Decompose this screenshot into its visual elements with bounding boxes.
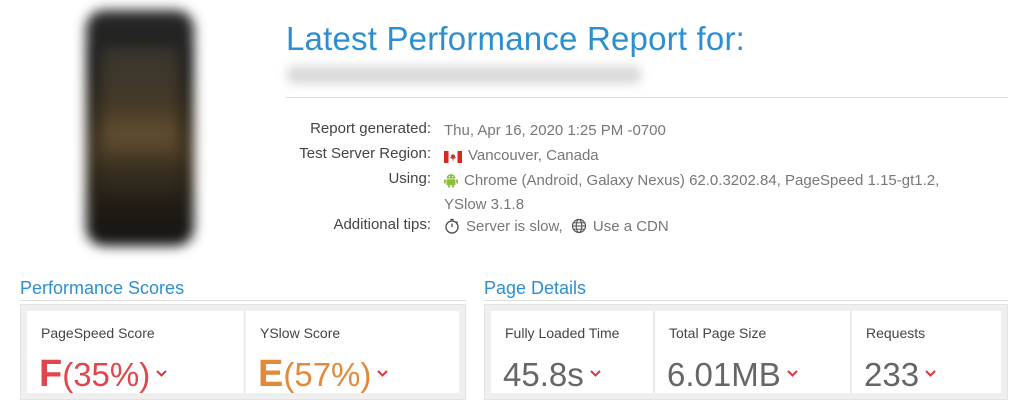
additional-tips-label: Additional tips: <box>333 216 431 233</box>
android-icon <box>444 172 458 194</box>
total-page-size-value-wrap: 6.01MB <box>667 347 798 394</box>
using-value: Chrome (Android, Galaxy Nexus) 62.0.3202… <box>464 172 940 189</box>
using-value-wrap: Chrome (Android, Galaxy Nexus) 62.0.3202… <box>444 170 1004 215</box>
total-page-size-value: 6.01MB <box>667 356 781 393</box>
pagespeed-score-card[interactable]: PageSpeed Score F(35%) <box>27 311 245 396</box>
requests-label: Requests <box>866 325 926 341</box>
divider <box>484 300 1008 301</box>
additional-tips-value: Server is slow, Use a CDN <box>444 216 1004 240</box>
server-region-value-wrap: Vancouver, Canada <box>444 145 1004 169</box>
chevron-down-icon[interactable] <box>377 347 389 385</box>
pagespeed-score-value: F(35%) <box>39 347 167 396</box>
server-region-value: Vancouver, Canada <box>468 147 599 164</box>
pagespeed-percent: (35%) <box>62 356 151 393</box>
yslow-percent: (57%) <box>283 356 372 393</box>
fully-loaded-time-label: Fully Loaded Time <box>505 325 620 341</box>
tip-use-cdn[interactable]: Use a CDN <box>593 218 669 235</box>
using-value-line2: YSlow 3.1.8 <box>444 196 525 213</box>
chevron-down-icon[interactable] <box>156 347 167 385</box>
phone-screen-image <box>100 46 180 196</box>
server-region-label: Test Server Region: <box>299 145 431 162</box>
chevron-down-icon[interactable] <box>787 347 798 385</box>
performance-scores-panel: PageSpeed Score F(35%) YSlow Score E(57%… <box>20 304 466 400</box>
using-label: Using: <box>388 170 431 187</box>
requests-card[interactable]: Requests 233 <box>852 311 1001 393</box>
fully-loaded-time-card[interactable]: Fully Loaded Time 45.8s <box>491 311 654 393</box>
chevron-down-icon[interactable] <box>925 347 936 385</box>
yslow-score-value: E(57%) <box>258 347 389 396</box>
chevron-down-icon[interactable] <box>590 347 601 385</box>
yslow-score-label: YSlow Score <box>260 325 341 341</box>
divider <box>20 300 466 301</box>
total-page-size-label: Total Page Size <box>669 325 767 341</box>
fully-loaded-time-value: 45.8s <box>503 356 584 393</box>
report-generated-label: Report generated: <box>310 120 431 137</box>
fully-loaded-time-value-wrap: 45.8s <box>503 347 601 394</box>
yslow-grade: E <box>258 353 284 395</box>
canada-flag-icon <box>444 148 462 169</box>
requests-value: 233 <box>864 356 920 393</box>
page-details-panel: Fully Loaded Time 45.8s Total Page Size … <box>484 304 1008 400</box>
pagespeed-score-label: PageSpeed Score <box>41 325 155 341</box>
tip-server-slow[interactable]: Server is slow, <box>466 218 563 235</box>
page-details-heading: Page Details <box>484 278 587 298</box>
pagespeed-grade: F <box>39 353 63 395</box>
stopwatch-icon <box>444 218 460 240</box>
performance-scores-heading: Performance Scores <box>20 278 185 298</box>
globe-icon <box>571 218 587 240</box>
page-screenshot-thumbnail <box>62 6 222 258</box>
yslow-score-card[interactable]: YSlow Score E(57%) <box>246 311 459 396</box>
report-url-redacted <box>286 66 642 84</box>
requests-value-wrap: 233 <box>864 347 936 394</box>
page-title: Latest Performance Report for: <box>286 20 746 57</box>
report-generated-value: Thu, Apr 16, 2020 1:25 PM -0700 <box>444 122 666 139</box>
total-page-size-card[interactable]: Total Page Size 6.01MB <box>655 311 851 393</box>
divider <box>286 97 1008 98</box>
